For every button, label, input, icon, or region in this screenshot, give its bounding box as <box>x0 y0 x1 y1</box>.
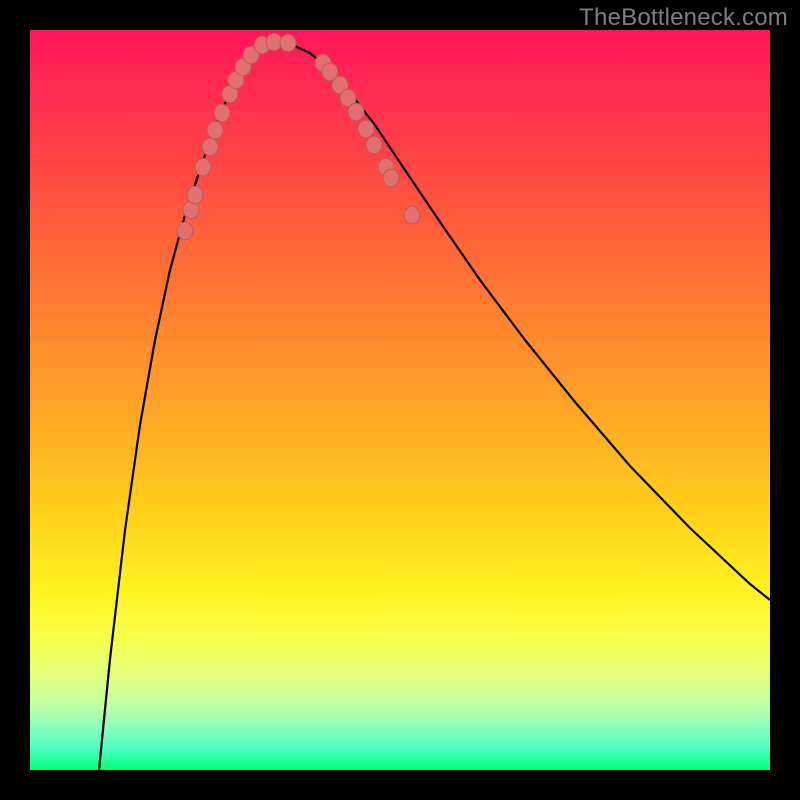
marker-left-13 <box>280 34 296 52</box>
marker-group-right <box>315 54 420 224</box>
bottleneck-curve-path <box>99 42 770 770</box>
marker-left-4 <box>202 138 218 156</box>
marker-left-6 <box>214 104 230 122</box>
marker-right-4 <box>348 103 364 121</box>
chart-plot-area <box>30 30 770 770</box>
marker-left-2 <box>187 186 203 204</box>
marker-right-5 <box>358 120 374 138</box>
marker-left-5 <box>207 121 223 139</box>
marker-right-8 <box>383 169 399 187</box>
chart-frame: TheBottleneck.com <box>0 0 800 800</box>
bottleneck-curve-svg <box>30 30 770 770</box>
marker-left-3 <box>195 158 211 176</box>
marker-left-0 <box>177 222 193 240</box>
marker-right-6 <box>366 136 382 154</box>
marker-group-left <box>177 33 296 240</box>
marker-right-9 <box>404 206 420 224</box>
watermark-text: TheBottleneck.com <box>579 4 788 32</box>
